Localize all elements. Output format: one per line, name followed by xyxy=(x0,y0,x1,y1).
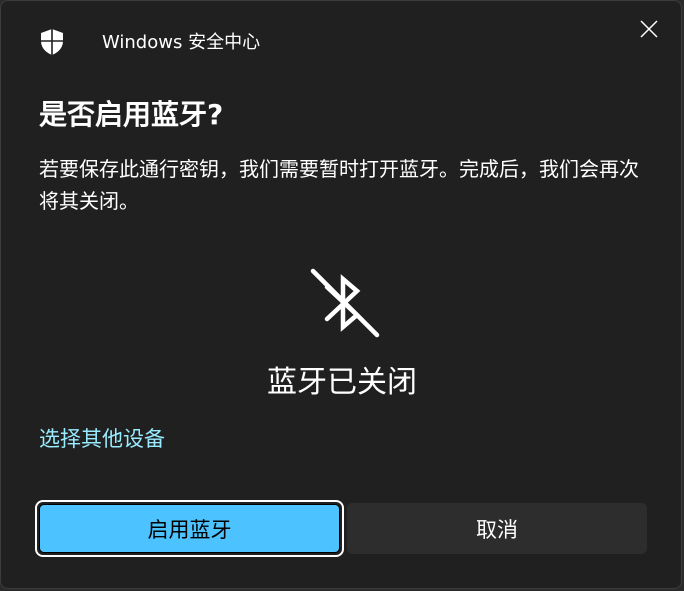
bluetooth-off-icon xyxy=(305,265,381,341)
enable-bluetooth-label: 启用蓝牙 xyxy=(39,504,340,553)
title-bar: Windows 安全中心 xyxy=(1,1,681,85)
enable-bluetooth-button[interactable]: 启用蓝牙 xyxy=(35,500,344,557)
close-button[interactable] xyxy=(627,11,671,51)
bluetooth-dialog: Windows 安全中心 是否启用蓝牙? 若要保存此通行密钥，我们需要暂时打开蓝… xyxy=(0,0,682,589)
shield-icon xyxy=(39,28,65,56)
close-icon xyxy=(640,20,658,42)
bluetooth-status: 蓝牙已关闭 xyxy=(267,365,417,400)
dialog-heading: 是否启用蓝牙? xyxy=(39,98,224,131)
choose-other-device-link[interactable]: 选择其他设备 xyxy=(39,423,165,455)
app-title: Windows 安全中心 xyxy=(102,32,261,53)
cancel-button[interactable]: 取消 xyxy=(347,503,647,554)
dialog-message: 若要保存此通行密钥，我们需要暂时打开蓝牙。完成后，我们会再次将其关闭。 xyxy=(39,157,639,213)
